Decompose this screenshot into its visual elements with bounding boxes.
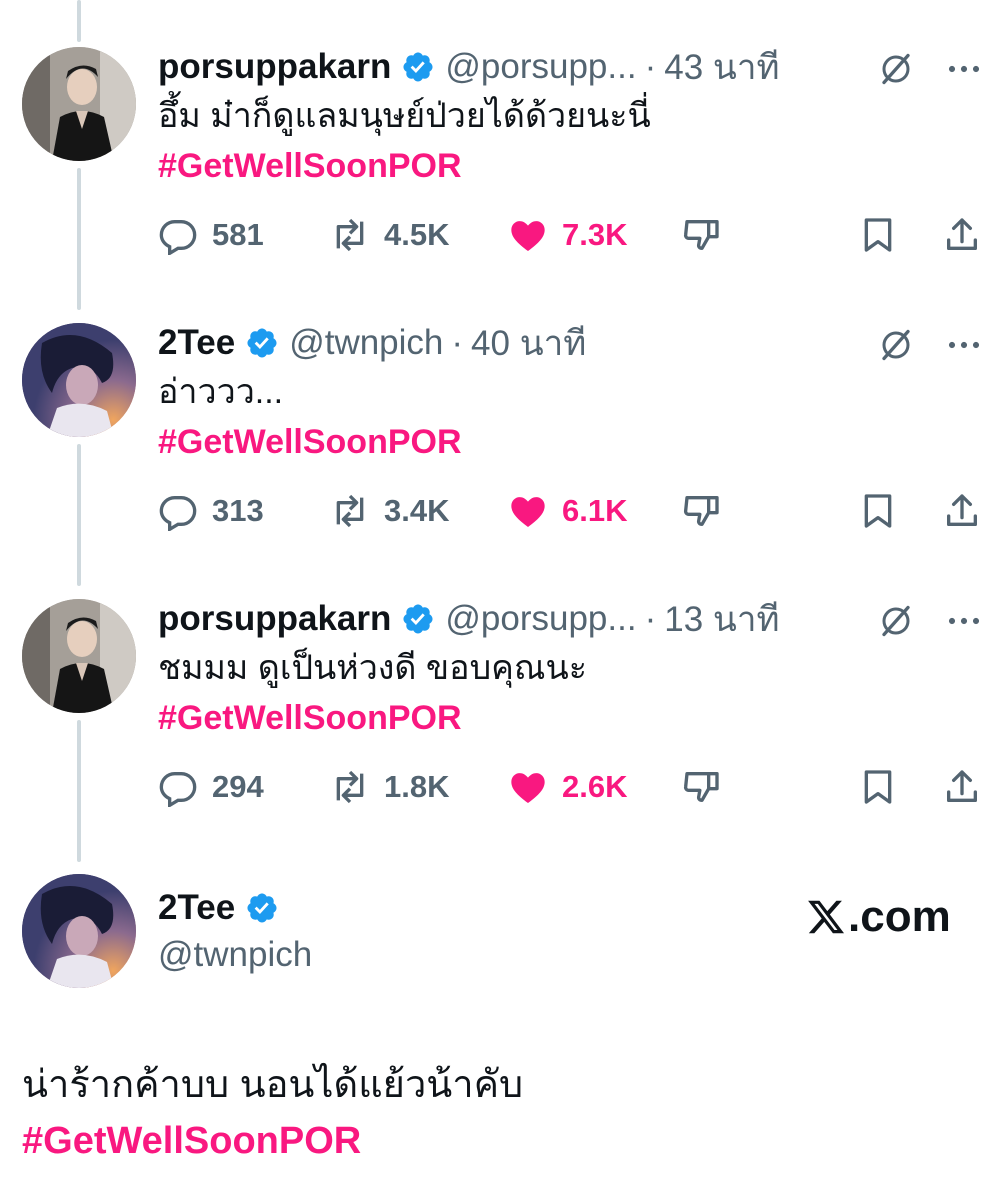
like-count: 2.6K <box>562 769 628 804</box>
author-name[interactable]: porsuppakarn <box>158 599 391 639</box>
dislike-icon <box>683 496 719 526</box>
avatar[interactable] <box>22 323 136 437</box>
reply-button[interactable]: 581 <box>158 215 264 255</box>
reply-icon <box>159 220 197 255</box>
bookmark-button[interactable] <box>858 767 912 807</box>
more-icon[interactable] <box>944 327 984 363</box>
dislike-icon <box>683 220 719 250</box>
share-button[interactable] <box>942 491 996 531</box>
tweet-text: อ่าววว... <box>158 373 284 411</box>
x-logo-icon <box>808 900 845 934</box>
avatar[interactable] <box>22 874 136 988</box>
like-count: 7.3K <box>562 217 628 252</box>
bookmark-button[interactable] <box>858 215 912 255</box>
author-name[interactable]: porsuppakarn <box>158 47 391 87</box>
repost-count: 4.5K <box>384 217 450 252</box>
like-icon <box>511 221 545 251</box>
author-name[interactable]: 2Tee <box>158 888 235 928</box>
repost-button[interactable]: 4.5K <box>330 215 449 255</box>
share-button[interactable] <box>942 215 996 255</box>
bookmark-button[interactable] <box>858 491 912 531</box>
like-icon <box>511 773 545 803</box>
tweet-header: porsuppakarn @porsupp... · 13 นาที <box>158 599 780 639</box>
tweet-header: 2Tee @twnpich · 40 นาที <box>158 323 586 363</box>
tweet[interactable]: 2Tee @twnpich · 40 นาที อ่าววว... #GetWe… <box>0 323 1007 599</box>
reply-icon <box>159 496 197 531</box>
thread-line <box>77 0 81 42</box>
bookmark-icon <box>864 494 892 528</box>
author-handle[interactable]: @porsupp... <box>445 47 636 87</box>
like-button[interactable]: 6.1K <box>508 491 627 531</box>
tweet-text: ชมมม ดูเป็นห่วงดี ขอบคุณนะ <box>158 649 587 687</box>
reply-count: 294 <box>212 769 264 804</box>
tweet[interactable]: porsuppakarn @porsupp... · 43 นาที อึ้ม … <box>0 47 1007 323</box>
verified-badge-icon <box>247 893 277 923</box>
dislike-icon <box>683 772 719 802</box>
repost-icon <box>336 218 364 252</box>
source-watermark: .com <box>806 892 951 942</box>
timestamp[interactable]: 13 นาที <box>664 592 779 647</box>
share-button[interactable] <box>942 767 996 807</box>
timestamp[interactable]: 43 นาที <box>664 40 779 95</box>
reply-button[interactable]: 313 <box>158 491 264 531</box>
tweet-actions: 313 3.4K 6.1K <box>158 491 988 531</box>
repost-button[interactable]: 3.4K <box>330 491 449 531</box>
tweet-actions: 581 4.5K 7.3K <box>158 215 988 255</box>
timestamp[interactable]: 40 นาที <box>471 316 586 371</box>
author-name[interactable]: 2Tee <box>158 323 235 363</box>
separator-dot: · <box>451 323 464 362</box>
avatar[interactable] <box>22 599 136 713</box>
grok-icon[interactable] <box>878 603 914 639</box>
tweet-actions: 294 1.8K 2.6K <box>158 767 988 807</box>
share-icon <box>947 218 977 250</box>
tweet-header: porsuppakarn @porsupp... · 43 นาที <box>158 47 780 87</box>
avatar[interactable] <box>22 47 136 161</box>
tweet-text: อึ้ม ม๋าก็ดูแลมนุษย์ป่วยได้ด้วยนะนี่ <box>158 97 651 135</box>
grok-icon[interactable] <box>878 51 914 87</box>
author-handle[interactable]: @twnpich <box>158 935 312 975</box>
reply-count: 313 <box>212 493 264 528</box>
verified-badge-icon <box>247 328 277 358</box>
reply-count: 581 <box>212 217 264 252</box>
grok-icon[interactable] <box>878 327 914 363</box>
hashtag-link[interactable]: #GetWellSoonPOR <box>158 697 462 739</box>
share-icon <box>947 770 977 802</box>
repost-icon <box>336 770 364 804</box>
bookmark-icon <box>864 218 892 252</box>
reply-button[interactable]: 294 <box>158 767 264 807</box>
repost-count: 1.8K <box>384 769 450 804</box>
separator-dot: · <box>644 47 657 86</box>
hashtag-link[interactable]: #GetWellSoonPOR <box>158 421 462 463</box>
tweet[interactable]: porsuppakarn @porsupp... · 13 นาที ชมมม … <box>0 599 1007 875</box>
bookmark-icon <box>864 770 892 804</box>
share-icon <box>947 494 977 526</box>
repost-icon <box>336 494 364 528</box>
tweet-text: น่าร้ากค้าบบ นอนได้แย้วน้าคับ <box>22 1064 524 1106</box>
like-icon <box>511 497 545 527</box>
verified-badge-icon <box>403 604 433 634</box>
like-button[interactable]: 2.6K <box>508 767 627 807</box>
source-text: .com <box>848 892 951 941</box>
author-handle[interactable]: @twnpich <box>289 323 443 363</box>
like-button[interactable]: 7.3K <box>508 215 627 255</box>
hashtag-link[interactable]: #GetWellSoonPOR <box>158 145 462 187</box>
hashtag-link[interactable]: #GetWellSoonPOR <box>22 1118 361 1164</box>
dislike-button[interactable] <box>682 491 736 531</box>
more-icon[interactable] <box>944 51 984 87</box>
author-name-row: 2Tee <box>158 888 279 928</box>
separator-dot: · <box>644 599 657 638</box>
dislike-button[interactable] <box>682 767 736 807</box>
repost-count: 3.4K <box>384 493 450 528</box>
reply-icon <box>159 772 197 807</box>
verified-badge-icon <box>403 52 433 82</box>
like-count: 6.1K <box>562 493 628 528</box>
author-handle[interactable]: @porsupp... <box>445 599 636 639</box>
more-icon[interactable] <box>944 603 984 639</box>
dislike-button[interactable] <box>682 215 736 255</box>
repost-button[interactable]: 1.8K <box>330 767 449 807</box>
